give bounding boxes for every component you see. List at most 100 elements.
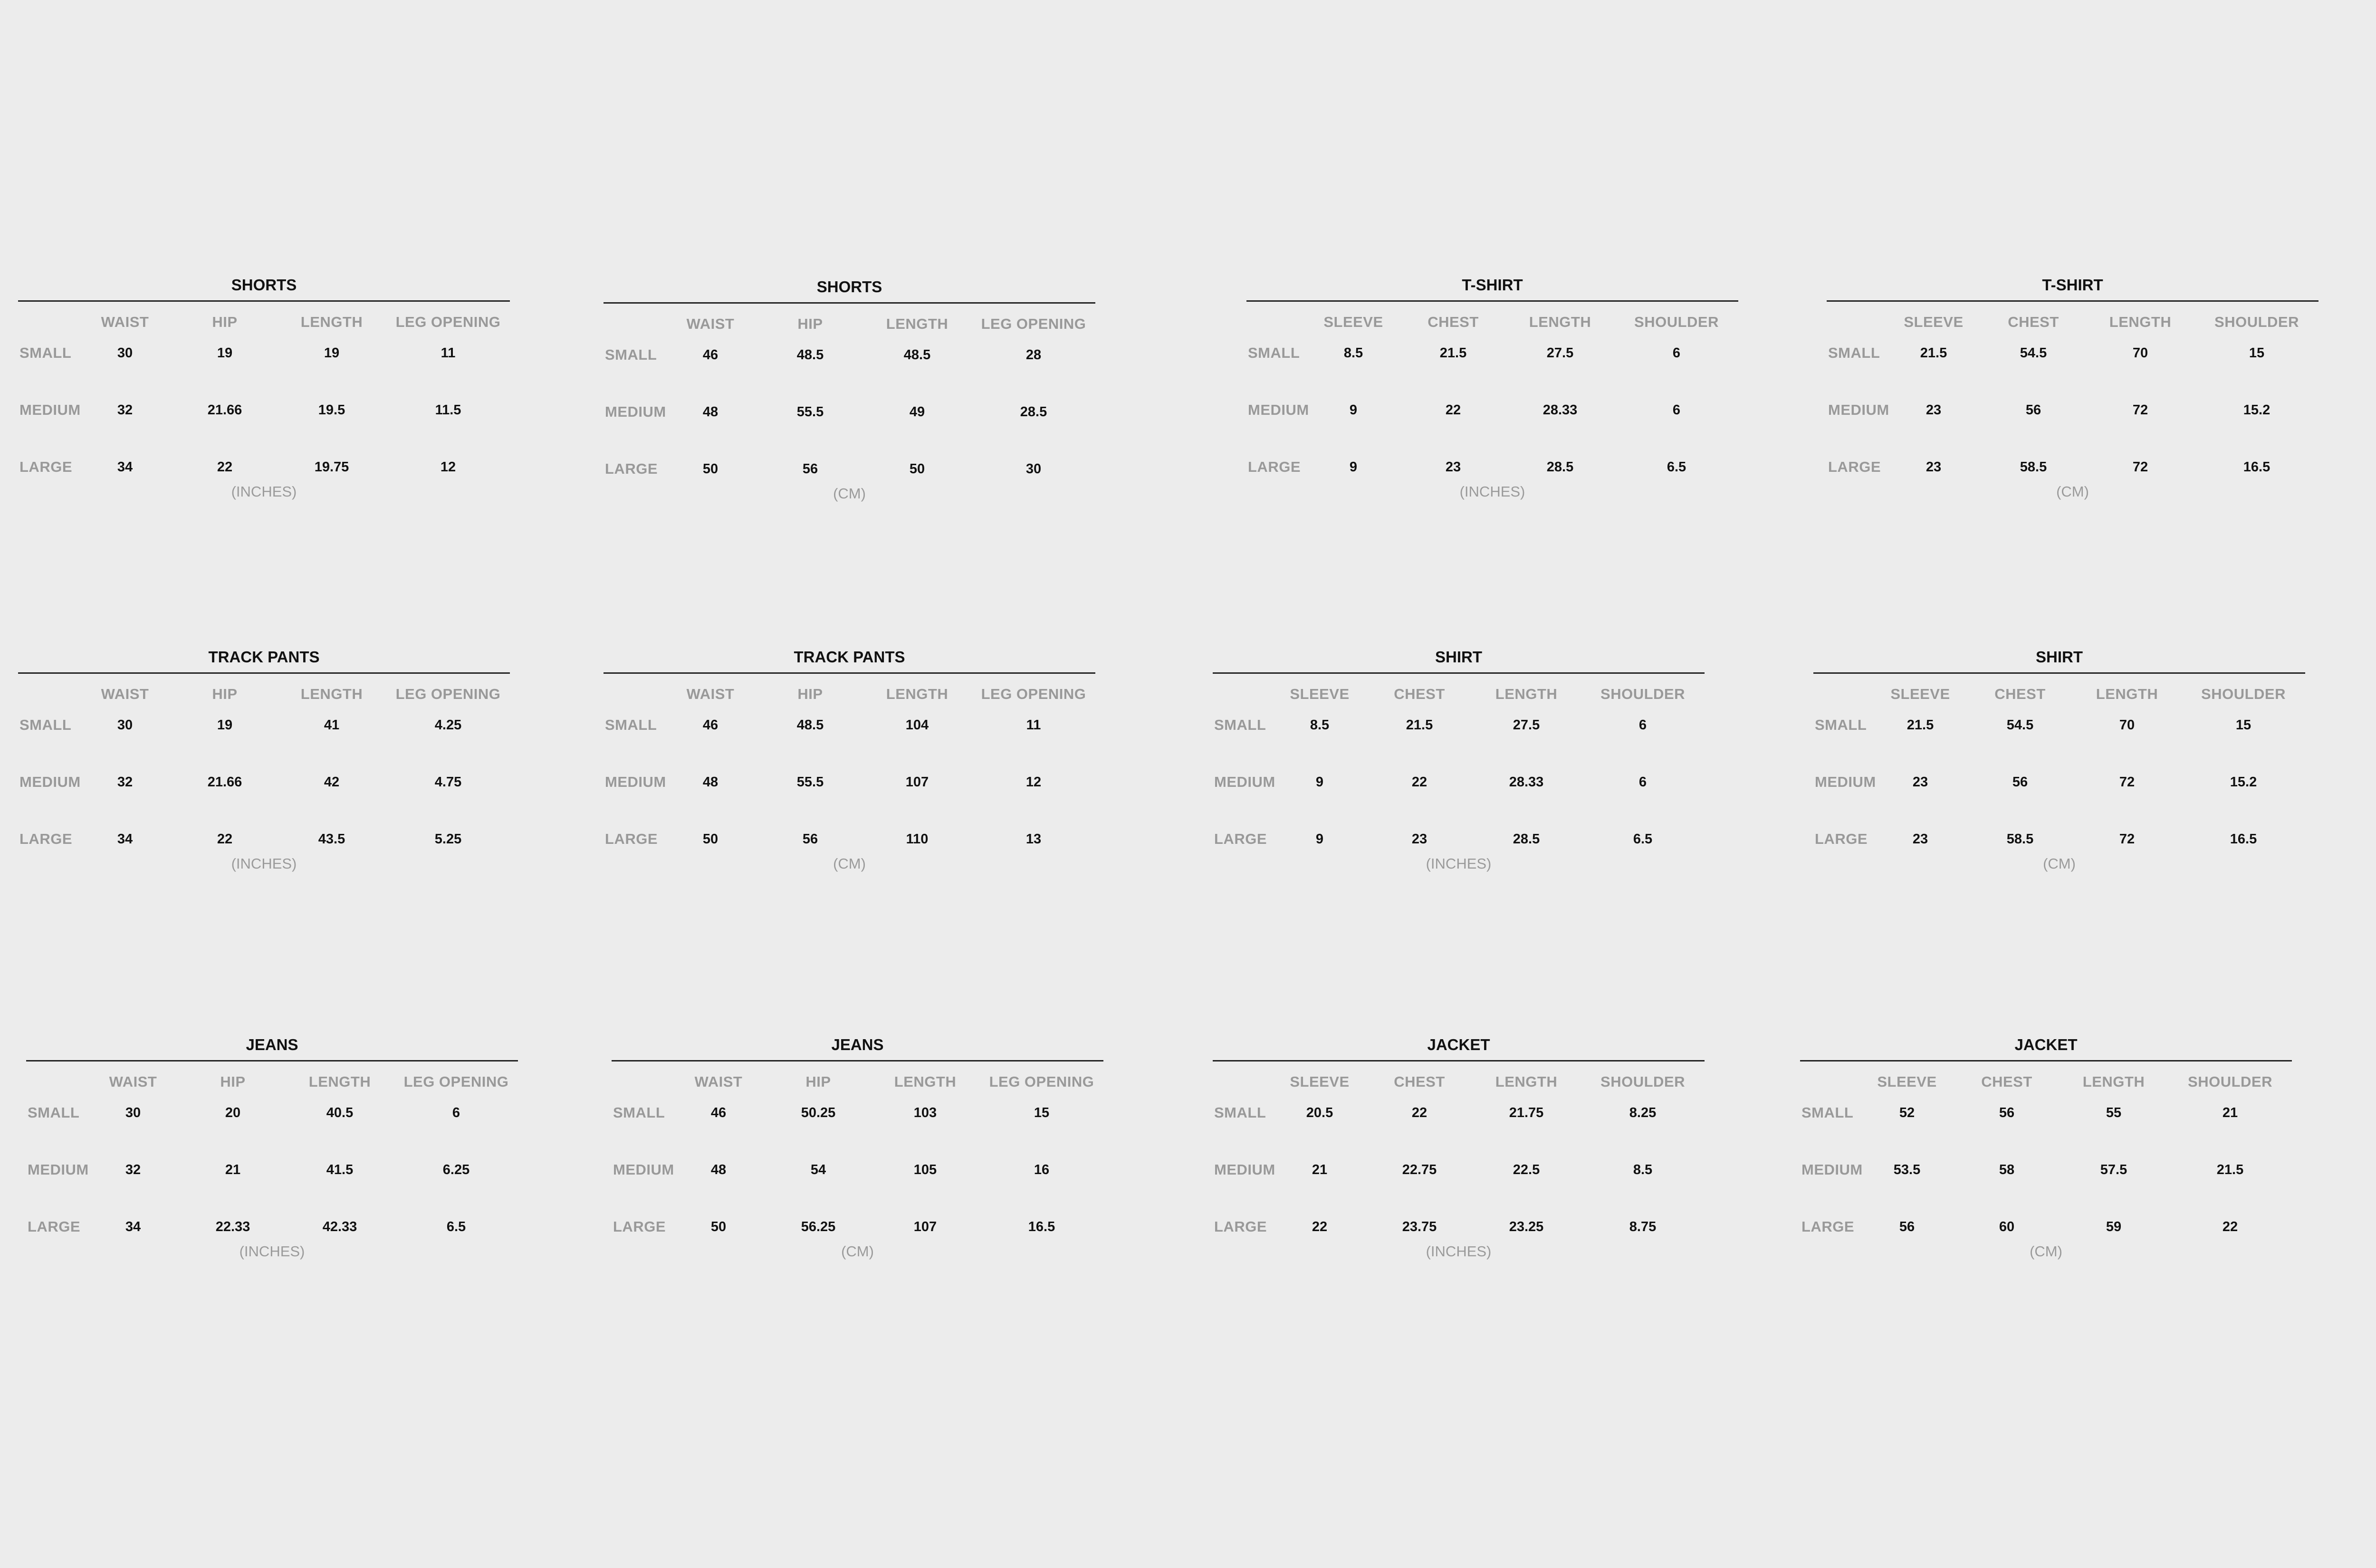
table-cell: 6.25 [442, 1162, 470, 1177]
row-label-medium: MEDIUM [1214, 774, 1275, 790]
table-cell: 50 [702, 832, 719, 847]
table-cell: 19.75 [314, 459, 349, 475]
size-chart-t-shirt-cm: T-SHIRT SLEEVE CHEST LENGTH SHOULDER SMALL 21.… [1827, 276, 2330, 504]
table-cell: 60 [1999, 1219, 2015, 1234]
table-cell: 43.5 [318, 832, 345, 847]
table-cell: 41.5 [326, 1162, 354, 1177]
row-label-small: SMALL [1248, 344, 1300, 361]
table-cell: 22.33 [215, 1219, 250, 1234]
table-cell: 12 [440, 459, 456, 475]
column-header-waist: WAIST [101, 686, 149, 702]
table-cell: 42.33 [322, 1219, 357, 1234]
table-cell: 56 [1899, 1219, 1915, 1234]
table-cell: 32 [117, 774, 133, 790]
table-cell: 23.75 [1402, 1219, 1437, 1234]
size-chart-shirt-inches: SHIRT SLEEVE CHEST LENGTH SHOULDER SMALL 8.5 21… [1213, 648, 1716, 876]
table-cell: 21.5 [1920, 345, 1947, 361]
table-cell: 23 [1926, 459, 1942, 475]
table-cell: 53.5 [1893, 1162, 1921, 1177]
column-header-shoulder: SHOULDER [2188, 1073, 2272, 1090]
chart-divider [1213, 1060, 1705, 1061]
table-cell: 56.25 [801, 1219, 836, 1234]
table-cell: 21.5 [1406, 717, 1433, 733]
table-cell: 16 [1034, 1162, 1050, 1177]
column-header-hip: HIP [805, 1073, 831, 1090]
table-cell: 28.5 [1020, 404, 1047, 420]
table-cell: 19 [324, 345, 340, 361]
chart-divider [1246, 300, 1738, 302]
table-cell: 6.5 [1667, 459, 1686, 475]
table-cell: 15.2 [2243, 402, 2271, 418]
row-label-large: LARGE [605, 460, 658, 477]
table-cell: 22 [1411, 1105, 1428, 1120]
table-cell: 20 [225, 1105, 241, 1120]
table-cell: 9 [1315, 832, 1324, 847]
table-cell: 40.5 [326, 1105, 354, 1120]
table-cell: 72 [2132, 459, 2148, 475]
row-label-small: SMALL [19, 344, 72, 361]
size-chart-shorts-inches: SHORTS WAIST HIP LENGTH LEG OPENING SMALL 30 19… [18, 276, 522, 504]
row-label-medium: MEDIUM [1248, 402, 1309, 418]
table-cell: 72 [2119, 832, 2135, 847]
chart-title: JEANS [246, 1036, 298, 1053]
table-cell: 9 [1349, 459, 1358, 475]
table-cell: 104 [905, 717, 929, 733]
table-cell: 57.5 [2100, 1162, 2127, 1177]
column-header-sleeve: SLEEVE [1290, 1073, 1350, 1090]
row-label-medium: MEDIUM [605, 774, 666, 790]
chart-title: SHIRT [2036, 648, 2083, 666]
table-cell: 22 [1445, 402, 1461, 418]
unit-caption: (INCHES) [231, 855, 297, 872]
size-chart-track-pants-inches: TRACK PANTS WAIST HIP LENGTH LEG OPENING SMAL… [18, 648, 522, 876]
size-chart-shorts-cm: SHORTS WAIST HIP LENGTH LEG OPENING SMALL 46 48… [604, 277, 1107, 506]
size-chart-jeans-inches: JEANS WAIST HIP LENGTH LEG OPENING SMALL 30 20 4… [26, 1035, 530, 1263]
row-label-medium: MEDIUM [1815, 774, 1876, 790]
row-label-large: LARGE [1815, 831, 1868, 847]
table-cell: 23 [1411, 832, 1428, 847]
table-cell: 19.5 [318, 402, 345, 418]
size-chart-jacket-inches: JACKET SLEEVE CHEST LENGTH SHOULDER SMALL 20.5… [1213, 1035, 1716, 1263]
table-cell: 8.25 [1629, 1105, 1657, 1120]
row-label-medium: MEDIUM [1828, 402, 1889, 418]
row-label-medium: MEDIUM [19, 774, 81, 790]
table-cell: 52 [1899, 1105, 1915, 1120]
column-header-sleeve: SLEEVE [1877, 1073, 1937, 1090]
column-header-hip: HIP [220, 1073, 246, 1090]
row-label-medium: MEDIUM [1214, 1161, 1275, 1178]
table-cell: 21.5 [2216, 1162, 2244, 1177]
chart-title: TRACK PANTS [794, 648, 905, 666]
row-label-small: SMALL [19, 717, 72, 733]
table-cell: 21.75 [1509, 1105, 1544, 1120]
table-cell: 32 [117, 402, 133, 418]
unit-caption: (CM) [833, 855, 866, 872]
table-cell: 6.5 [1633, 832, 1653, 847]
table-cell: 30 [125, 1105, 141, 1120]
table-cell: 21 [1312, 1162, 1328, 1177]
table-cell: 19 [217, 717, 233, 733]
table-cell: 46 [702, 717, 719, 733]
chart-title: T-SHIRT [2042, 276, 2103, 294]
table-cell: 56 [2025, 402, 2041, 418]
chart-title: JACKET [1427, 1036, 1490, 1053]
table-cell: 6 [1672, 345, 1681, 361]
column-header-shoulder: SHOULDER [2201, 686, 2286, 702]
table-cell: 6 [1638, 774, 1647, 790]
chart-divider [1800, 1060, 2292, 1061]
table-cell: 55 [2106, 1105, 2122, 1120]
size-chart-jeans-cm: JEANS WAIST HIP LENGTH LEG OPENING SMALL 46 50.… [612, 1035, 1115, 1263]
column-header-length: LENGTH [308, 1073, 371, 1090]
column-header-chest: CHEST [1428, 314, 1479, 330]
size-chart-track-pants-cm: TRACK PANTS WAIST HIP LENGTH LEG OPENING SMAL… [604, 648, 1107, 876]
table-cell: 23 [1912, 774, 1928, 790]
table-cell: 6.5 [446, 1219, 466, 1234]
table-cell: 28.33 [1509, 774, 1544, 790]
column-header-leg-opening: LEG OPENING [981, 686, 1086, 702]
table-cell: 56 [802, 832, 818, 847]
table-cell: 15 [2249, 345, 2265, 361]
chart-divider [1827, 300, 2319, 302]
table-cell: 28 [1025, 347, 1042, 363]
chart-divider [1813, 672, 2305, 674]
column-header-sleeve: SLEEVE [1290, 686, 1350, 702]
table-cell: 49 [909, 404, 925, 420]
table-cell: 22.5 [1513, 1162, 1540, 1177]
